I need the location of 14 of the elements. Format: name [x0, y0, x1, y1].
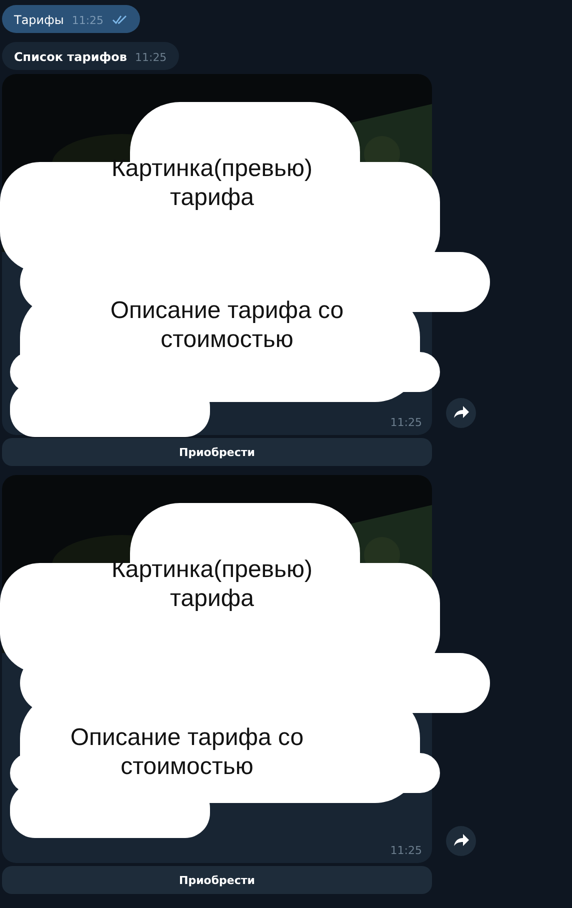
annotation-text: Описание тарифа со стоимостью: [69, 723, 305, 781]
message-time: 11:25: [134, 51, 167, 64]
buy-button[interactable]: Приобрести: [2, 866, 432, 894]
message-text: Тарифы: [14, 13, 64, 27]
forward-icon[interactable]: [446, 398, 476, 428]
buy-button[interactable]: Приобрести: [2, 438, 432, 466]
message-text: Список тарифов: [14, 50, 127, 64]
annotation-text: Описание тарифа со стоимостью: [109, 296, 345, 354]
forward-icon[interactable]: [446, 826, 476, 856]
message-time: 11:25: [390, 416, 422, 429]
message-time: 11:25: [390, 844, 422, 857]
message-time: 11:25: [72, 14, 104, 27]
annotation-text: Картинка(превью) тарифа: [110, 555, 314, 613]
annotation-text: Картинка(превью) тарифа: [110, 154, 314, 212]
